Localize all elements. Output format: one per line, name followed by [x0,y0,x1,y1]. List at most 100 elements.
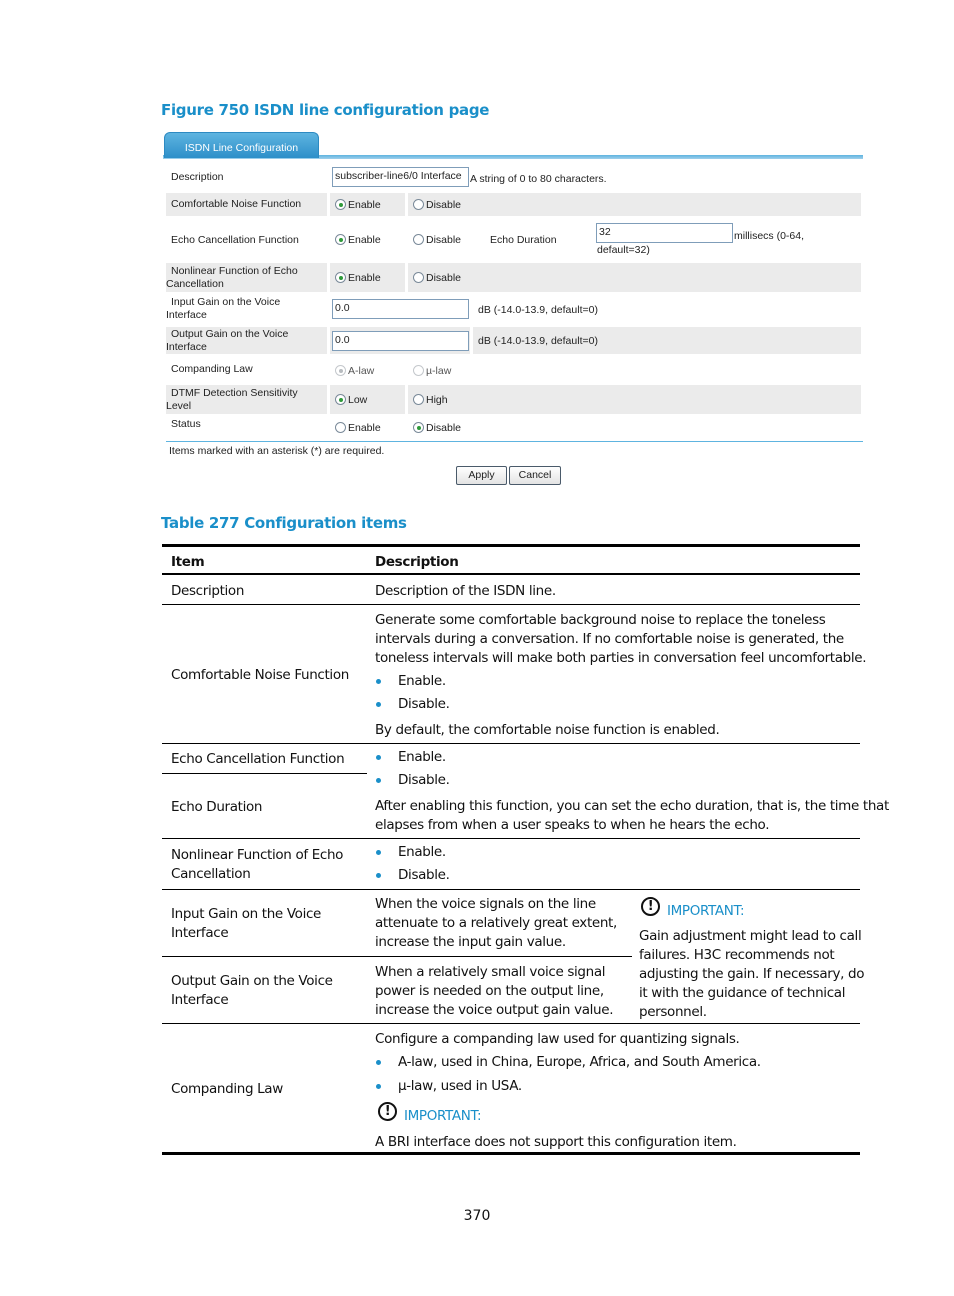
item-companding-law: Companding Law [171,1081,283,1097]
radio-empty-icon [335,422,346,433]
table-top-rule [162,544,860,547]
item-output-gain-line2: Interface [171,992,229,1008]
item-output-gain-line1: Output Gain on the Voice [171,973,333,989]
row-description: Description subscriber-line6/0 Interface… [166,165,861,192]
desc-line: intervals during a conversation. If no c… [375,631,844,647]
bullet-icon [376,850,381,855]
radio-empty-icon [413,394,424,405]
row-label: DTMF Detection Sensitivity Level [166,385,327,414]
desc-line: Configure a companding law used for quan… [375,1031,740,1047]
companding-alaw-radio[interactable]: A-law [335,365,374,377]
desc-line: Generate some comfortable background noi… [375,612,826,628]
bullet-icon [376,679,381,684]
comfort-noise-disable-radio[interactable]: Disable [413,199,461,211]
cancel-button[interactable]: Cancel [509,466,561,485]
item-comfortable-noise: Comfortable Noise Function [171,667,349,683]
bullet-icon [376,755,381,760]
row-label: Echo Cancellation Function [171,234,299,246]
status-enable-radio[interactable]: Enable [335,422,381,434]
description-hint: A string of 0 to 80 characters. [470,173,607,185]
desc-line: A BRI interface does not support this co… [375,1134,737,1150]
exclamation-circle-icon: ! [378,1102,397,1121]
row-label: Output Gain on the Voice Interface [166,327,327,354]
important-line: personnel. [639,1004,707,1020]
row-echo-cancellation: Echo Cancellation Function Enable Disabl… [166,218,861,261]
row-comfortable-noise: Comfortable Noise Function Enable Disabl… [166,193,861,216]
important-line: Gain adjustment might lead to call [639,928,862,944]
echo-duration-input[interactable]: 32 [596,223,733,243]
desc-line: increase the input gain value. [375,934,566,950]
desc-line: power is needed on the output line, [375,983,604,999]
description-input[interactable]: subscriber-line6/0 Interface [332,167,469,187]
row-companding-law: Companding Law A-law µ-law [166,356,861,383]
item-echo-duration: Echo Duration [171,799,263,815]
important-line: adjusting the gain. If necessary, do [639,966,865,982]
bullet-icon [376,778,381,783]
echo-cancel-disable-radio[interactable]: Disable [413,234,461,246]
row-label: Status [171,418,201,430]
row-rule [162,838,860,839]
output-gain-input[interactable]: 0.0 [332,331,469,351]
row-rule [162,604,860,605]
tab-isdn-line-configuration[interactable]: ISDN Line Configuration [164,132,319,158]
nonlinear-disable-radio[interactable]: Disable [413,272,461,284]
radio-selected-icon [335,234,346,245]
item-nonlinear-line1: Nonlinear Function of Echo [171,847,344,863]
bullet-text: Disable. [398,772,450,788]
item-echo-cancellation: Echo Cancellation Function [171,751,345,767]
input-gain-input[interactable]: 0.0 [332,299,469,319]
echo-cancel-enable-radio[interactable]: Enable [335,234,381,246]
radio-selected-disabled-icon [335,365,346,376]
figure-caption: Figure 750 ISDN line configuration page [161,101,490,119]
row-label: Comfortable Noise Function [166,193,327,216]
row-rule [162,889,860,890]
item-input-gain-line2: Interface [171,925,229,941]
item-description: Description [171,583,245,599]
desc-footer: By default, the comfortable noise functi… [375,722,720,738]
radio-empty-disabled-icon [413,365,424,376]
row-label: Companding Law [171,363,253,375]
dtmf-high-radio[interactable]: High [413,394,448,406]
bullet-icon [376,1060,381,1065]
row-rule-partial [162,956,632,957]
nonlinear-enable-radio[interactable]: Enable [335,272,381,284]
important-line: failures. H3C recommends not [639,947,835,963]
dtmf-low-radio[interactable]: Low [335,394,367,406]
radio-empty-icon [413,234,424,245]
bullet-icon [376,873,381,878]
header-description: Description [375,554,459,570]
row-label: Nonlinear Function of Echo Cancellation [166,263,327,292]
item-nonlinear-line2: Cancellation [171,866,251,882]
table-caption: Table 277 Configuration items [161,514,407,532]
apply-button[interactable]: Apply [456,466,507,485]
comfort-noise-enable-radio[interactable]: Enable [335,199,381,211]
radio-selected-icon [335,199,346,210]
desc-line: When the voice signals on the line [375,896,596,912]
important-label: IMPORTANT: [404,1108,482,1124]
desc-description: Description of the ISDN line. [375,583,556,599]
row-rule-partial [162,773,367,774]
bullet-icon [376,702,381,707]
bullet-text: Enable. [398,673,446,689]
row-label: Description [171,171,224,183]
bullet-text: A-law, used in China, Europe, Africa, an… [398,1054,761,1070]
header-rule [162,573,860,575]
output-gain-hint: dB (-14.0-13.9, default=0) [478,335,598,347]
exclamation-circle-icon: ! [641,897,660,916]
row-rule [162,743,860,744]
desc-line: After enabling this function, you can se… [375,798,889,814]
status-disable-radio[interactable]: Disable [413,422,461,434]
companding-ulaw-radio[interactable]: µ-law [413,365,451,377]
radio-selected-icon [335,394,346,405]
row-input-gain: Input Gain on the Voice Interface 0.0 dB… [166,294,861,325]
header-item: Item [171,554,205,570]
desc-line: When a relatively small voice signal [375,964,606,980]
bullet-text: Disable. [398,867,450,883]
echo-duration-hint-2: default=32) [597,244,650,256]
item-input-gain-line1: Input Gain on the Voice [171,906,322,922]
row-output-gain: Output Gain on the Voice Interface 0.0 d… [166,327,861,354]
row-rule [162,1023,860,1024]
bullet-text: µ-law, used in USA. [398,1078,522,1094]
radio-selected-icon [413,422,424,433]
bullet-text: Disable. [398,696,450,712]
